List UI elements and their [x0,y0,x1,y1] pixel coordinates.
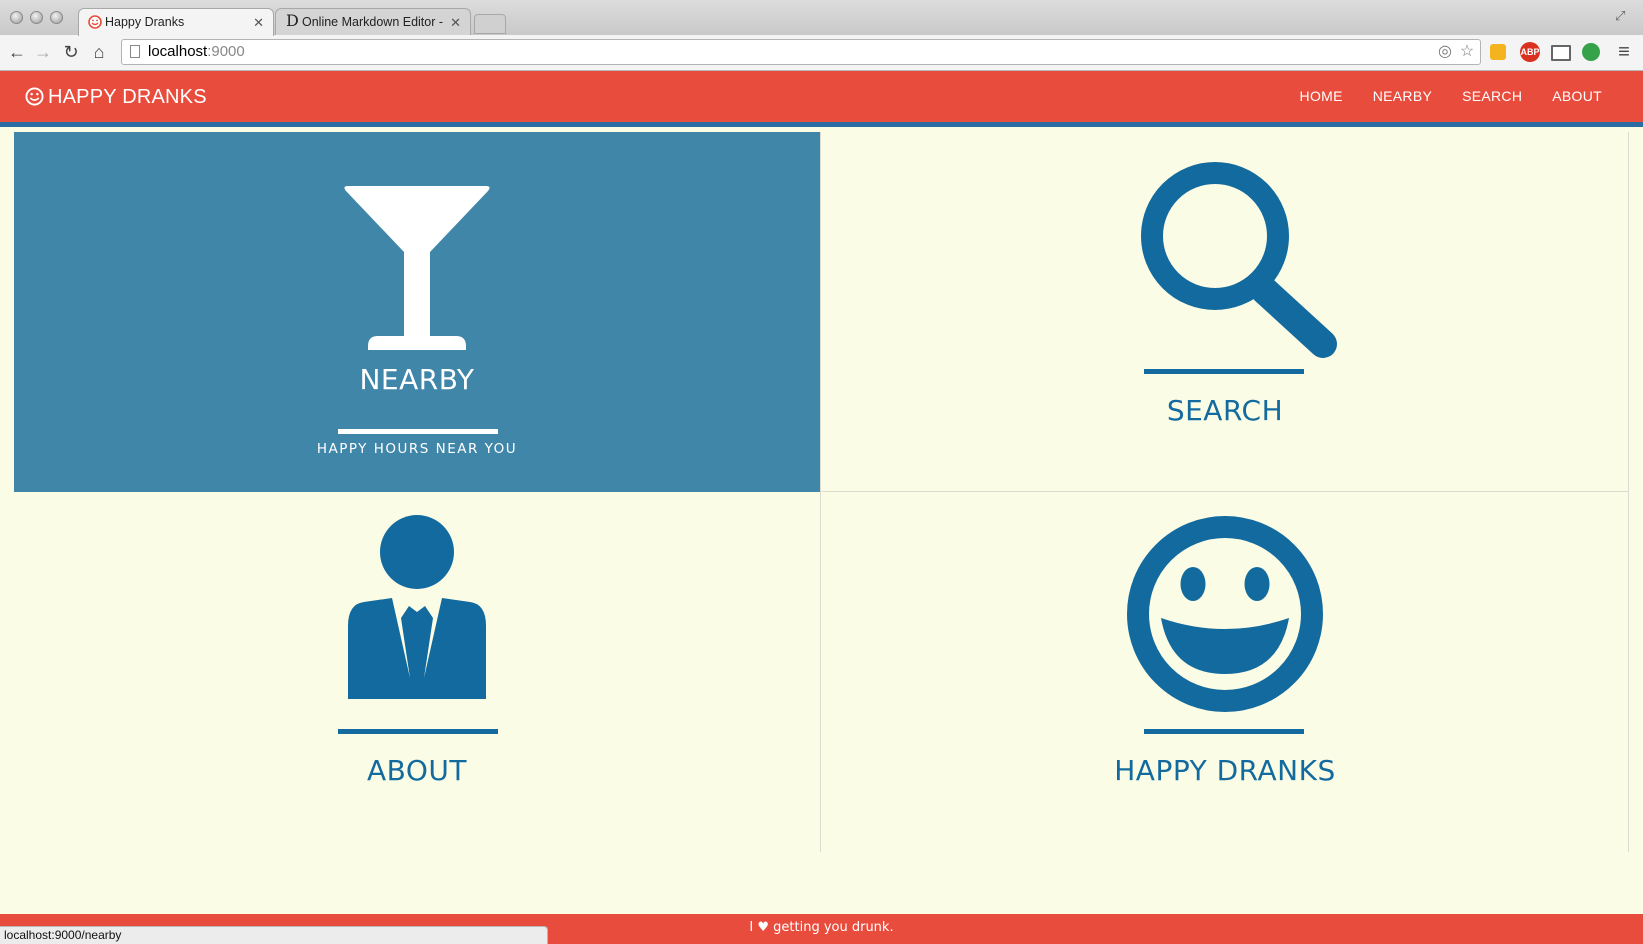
tile-nearby-divider [338,429,498,434]
nav-about[interactable]: ABOUT [1537,71,1617,122]
new-tab-button[interactable] [474,14,506,34]
home-icon[interactable]: ⌂ [88,41,110,63]
tile-nearby-subtitle: HAPPY HOURS NEAR YOU [316,441,518,457]
tile-search[interactable]: SEARCH [820,132,1629,492]
brand-name: HAPPY DRANKS [48,86,207,108]
adblock-plus-icon[interactable]: ABP [1520,42,1540,62]
tab-title: Happy Dranks [105,15,185,29]
browser-tab-happy-dranks[interactable]: Happy Dranks ✕ [78,8,274,36]
tile-search-divider [1144,369,1304,374]
location-target-icon[interactable]: ◎ [1436,43,1454,61]
reload-icon[interactable]: ↻ [60,41,82,63]
browser-tab-bar: Happy Dranks ✕ D Online Markdown Editor … [0,0,1643,36]
browser-tab-markdown-editor[interactable]: D Online Markdown Editor - ✕ [275,8,471,36]
tile-grid: NEARBY HAPPY HOURS NEAR YOU SEARCH ABOUT… [14,132,1629,852]
tile-nearby-title: NEARBY [359,363,475,396]
window-close-button[interactable] [10,11,23,24]
nav-search[interactable]: SEARCH [1447,71,1537,122]
bookmark-star-icon[interactable]: ☆ [1458,43,1476,61]
page-icon [130,45,140,58]
address-url: localhost:9000 [148,43,245,60]
tile-happy-dranks[interactable]: HAPPY DRANKS [820,492,1629,852]
cocktail-glass-icon [344,186,490,350]
status-bar-url: localhost:9000/nearby [0,926,548,944]
magnifying-glass-icon [1141,162,1337,358]
tab-title: Online Markdown Editor - [302,15,444,29]
tile-search-title: SEARCH [1166,394,1284,427]
extension-cube-icon[interactable] [1490,44,1506,60]
tab-close-icon[interactable]: ✕ [253,9,264,36]
menu-icon[interactable]: ≡ [1613,41,1635,63]
main-nav: HOME NEARBY SEARCH ABOUT [1285,71,1617,122]
tab-close-icon[interactable]: ✕ [450,9,461,36]
screen-capture-icon[interactable] [1551,45,1571,61]
browser-toolbar: ← → ↻ ⌂ localhost:9000 ◎ ☆ ABP ≡ [0,35,1643,71]
footer-text: I ♥ getting you drunk. [749,920,894,935]
fullscreen-icon[interactable]: ⤢ [1615,8,1631,24]
smiley-icon [25,87,44,106]
brand-link[interactable]: HAPPY DRANKS [25,84,207,110]
address-bar[interactable]: localhost:9000 ◎ ☆ [121,39,1481,65]
nav-home[interactable]: HOME [1285,71,1358,122]
window-zoom-button[interactable] [50,11,63,24]
tile-about-divider [338,729,498,734]
tile-happy-divider [1144,729,1304,734]
hangouts-icon[interactable] [1582,43,1600,61]
nav-nearby[interactable]: NEARBY [1358,71,1447,122]
tile-happy-title: HAPPY DRANKS [1114,754,1336,787]
window-minimize-button[interactable] [30,11,43,24]
smiley-face-icon [1127,516,1323,712]
tile-about-title: ABOUT [366,754,467,787]
back-icon[interactable]: ← [6,41,28,63]
markdown-editor-favicon-icon: D [286,11,299,30]
heart-icon: ♥ [757,920,770,935]
tile-nearby[interactable]: NEARBY HAPPY HOURS NEAR YOU [14,132,820,492]
happy-dranks-favicon-icon [88,15,102,29]
person-icon [348,515,486,699]
grid-right-border [1628,132,1629,852]
app-header: HAPPY DRANKS HOME NEARBY SEARCH ABOUT [0,71,1643,127]
tile-about[interactable]: ABOUT [14,492,820,852]
forward-icon[interactable]: → [32,41,54,63]
